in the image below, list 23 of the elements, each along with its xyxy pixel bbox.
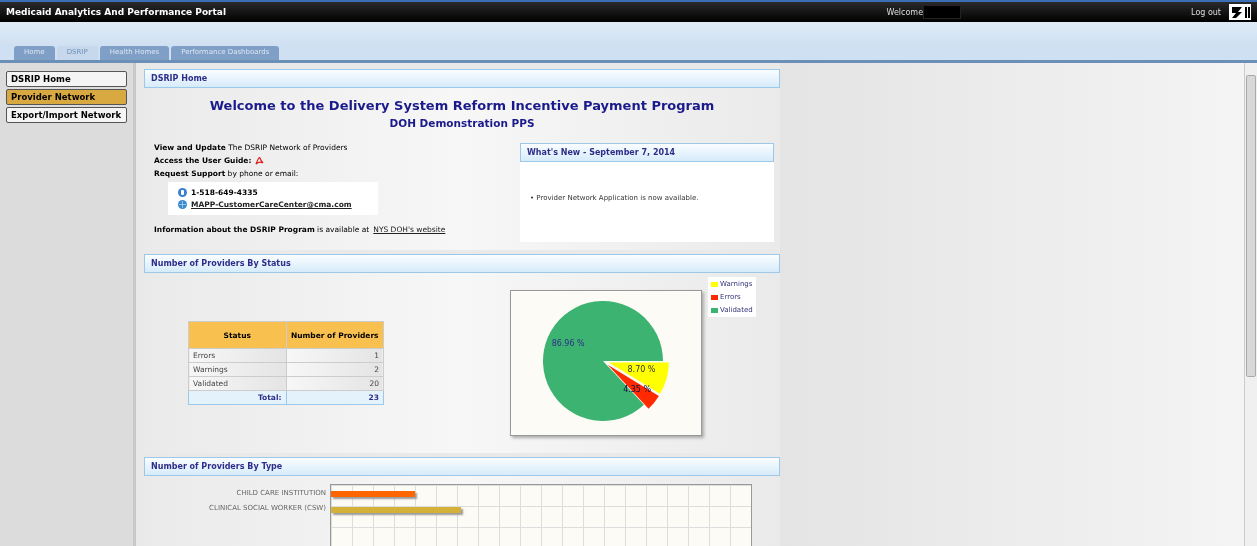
program-subheading: DOH Demonstration PPS: [388, 117, 536, 129]
logo-icon: [1229, 4, 1251, 20]
sidebar-item[interactable]: DSRIP Home: [6, 71, 127, 87]
redacted-name: [923, 5, 962, 19]
portal-title: Medicaid Analytics And Performance Portal: [6, 7, 226, 17]
news-title: What's New - September 7, 2014: [520, 143, 774, 162]
legend-swatch: [711, 294, 718, 300]
slice-label: 86.96 %: [551, 338, 585, 348]
pdf-icon[interactable]: [255, 156, 265, 165]
panel-title: DSRIP Home: [144, 69, 780, 88]
panel-title: Number of Providers By Type: [144, 457, 780, 476]
legend-swatch: [711, 281, 718, 287]
panel-title: Number of Providers By Status: [144, 254, 780, 273]
slice-label: 8.70 %: [627, 364, 656, 374]
phone-icon: [178, 188, 187, 197]
legend-swatch: [711, 307, 718, 313]
sidebar-item[interactable]: Provider Network: [6, 89, 127, 105]
welcome-heading: Welcome to the Delivery System Reform Incentive Payment Program: [208, 98, 716, 113]
scrollbar[interactable]: [1244, 63, 1257, 546]
sidebar-item[interactable]: Export/Import Network: [6, 107, 127, 123]
globe-icon: [178, 200, 187, 209]
logout-link[interactable]: Log out: [1191, 7, 1221, 17]
welcome-text: Welcome: [886, 7, 924, 17]
